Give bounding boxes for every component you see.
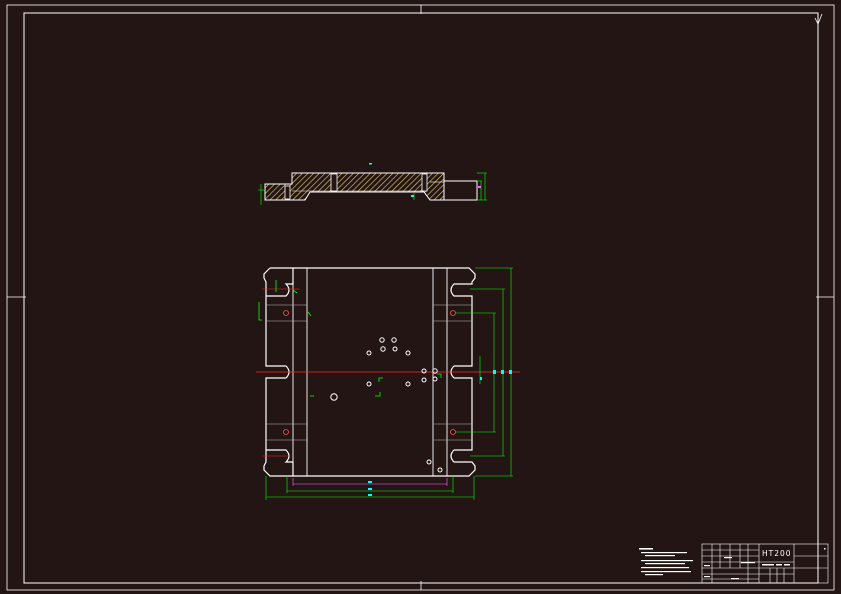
drawing-frame [23,12,819,584]
plan-view [256,267,520,500]
section-view [258,163,487,205]
technical-notes [639,548,693,576]
section-body-hatch [264,172,445,201]
sheet-border [6,4,835,591]
material-label: HT200 [762,549,792,558]
cad-drawing-canvas[interactable] [0,0,841,594]
centering-marks [7,5,834,590]
